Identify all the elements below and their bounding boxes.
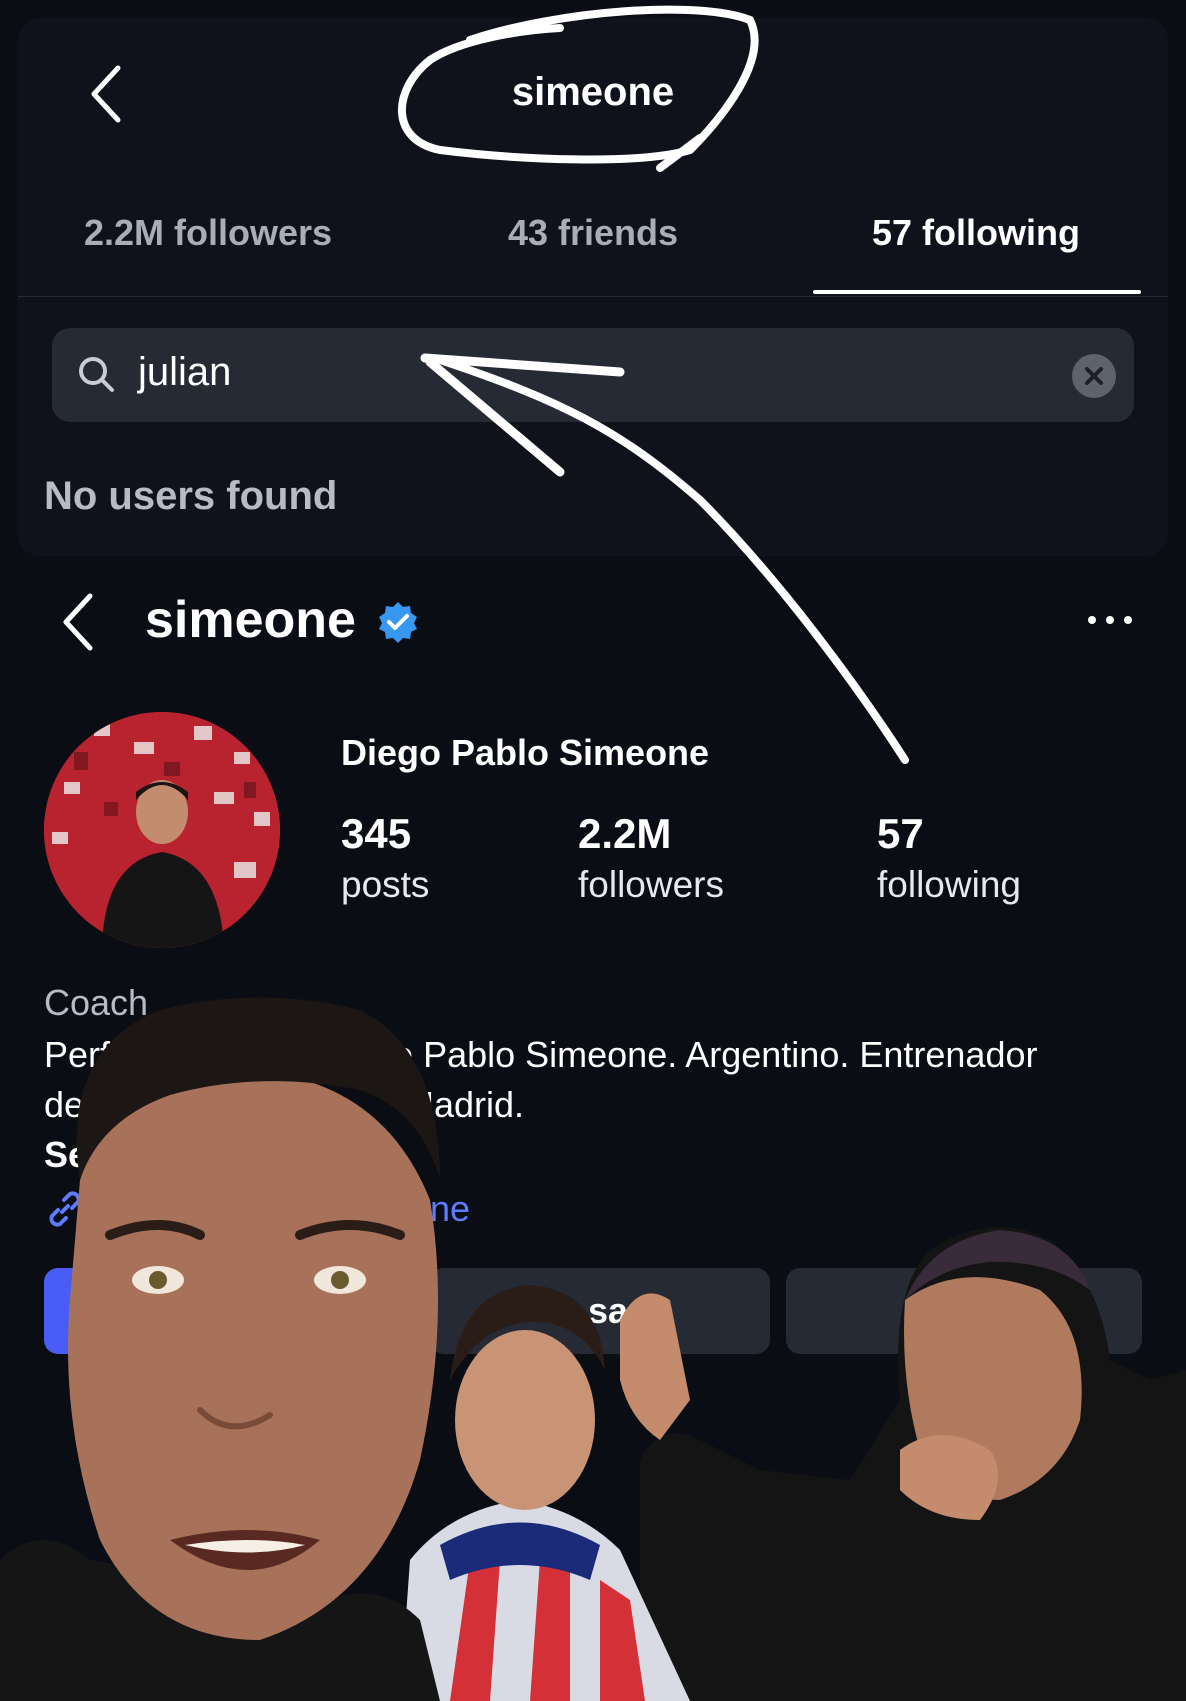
stat-followers[interactable]: 2.2M followers — [578, 810, 724, 906]
message-button-label: sa e — [588, 1290, 659, 1331]
tab-following[interactable]: 57 following — [826, 212, 1126, 254]
no-results-message: No users found — [44, 474, 338, 518]
posts-count: 345 — [341, 810, 412, 857]
profile-back-arrow-icon[interactable] — [58, 590, 102, 654]
followers-label: followers — [578, 864, 724, 905]
following-count: 57 — [877, 810, 924, 857]
search-input[interactable]: julian — [138, 350, 231, 395]
tabs-divider — [18, 296, 1168, 297]
bio-line1-start: Perfil — [44, 1034, 127, 1075]
bio-line3-start: Se — [44, 1134, 89, 1175]
profile-avatar[interactable] — [44, 712, 280, 948]
profile-handle: simeone — [145, 591, 356, 649]
sheet-title: simeone — [511, 70, 675, 114]
followers-count: 2.2M — [578, 810, 672, 857]
verified-badge-icon — [379, 602, 417, 643]
search-icon — [79, 357, 114, 392]
bio-line2-end: Madrid. — [404, 1084, 525, 1125]
email-button[interactable] — [786, 1268, 1142, 1354]
tab-followers[interactable]: 2.2M followers — [58, 212, 358, 254]
message-button[interactable]: sa e — [430, 1268, 770, 1354]
more-options-icon[interactable] — [1086, 612, 1134, 628]
tab-friends[interactable]: 43 friends — [443, 212, 743, 254]
tab-bar: 2.2M followers 43 friends 57 following — [0, 212, 1186, 292]
follow-button[interactable] — [44, 1268, 104, 1354]
bio-line2-start: del — [44, 1084, 93, 1125]
profile-category: Coach — [44, 982, 149, 1023]
following-label: following — [877, 864, 1021, 905]
avatar-photo — [44, 712, 280, 948]
search-bar[interactable]: julian — [52, 328, 1134, 422]
profile-full-name: Diego Pablo Simeone — [341, 732, 710, 773]
posts-label: posts — [341, 864, 430, 905]
bio-line1-end: iego Pablo Simeone. Argentino. Entrenado… — [345, 1034, 1038, 1075]
profile-link[interactable]: ne — [430, 1188, 470, 1230]
active-tab-indicator — [813, 290, 1141, 294]
clear-search-button[interactable] — [1072, 354, 1116, 398]
stat-following[interactable]: 57 following — [877, 810, 1021, 906]
close-icon — [1085, 367, 1103, 385]
link-icon — [49, 1191, 81, 1227]
stat-posts[interactable]: 345 posts — [341, 810, 429, 906]
